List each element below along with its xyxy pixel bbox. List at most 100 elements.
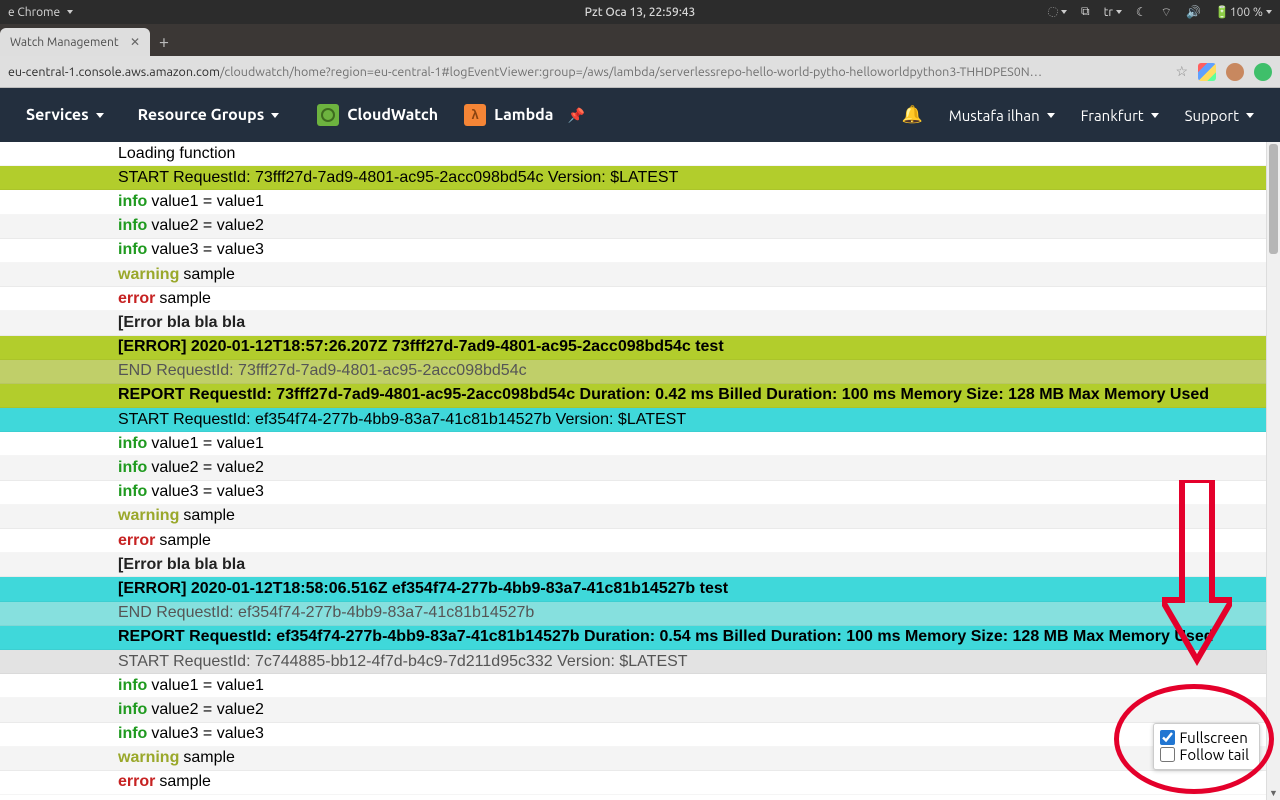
log-row[interactable]: START RequestId: ef354f74-277b-4bb9-83a7…: [0, 408, 1266, 432]
log-text: warning: [118, 749, 179, 767]
log-row[interactable]: info value1 = value1: [0, 190, 1266, 214]
log-text: warning: [118, 507, 179, 525]
log-row[interactable]: warning sample: [0, 505, 1266, 529]
log-row[interactable]: warning sample: [0, 747, 1266, 771]
log-text: REPORT RequestId: ef354f74-277b-4bb9-83a…: [118, 628, 1214, 646]
log-rows-container[interactable]: Loading function START RequestId: 73fff27…: [0, 142, 1266, 800]
bookmark-star-icon[interactable]: ☆: [1175, 63, 1188, 80]
nav-lambda[interactable]: Lambda: [464, 104, 553, 126]
log-text: value3 = value3: [151, 483, 264, 501]
bell-icon[interactable]: 🔔: [902, 105, 923, 125]
pin-icon[interactable]: 📌: [567, 107, 584, 124]
log-text: info: [118, 241, 147, 259]
log-row[interactable]: [Error bla bla bla: [0, 311, 1266, 335]
follow-tail-checkbox[interactable]: [1160, 747, 1175, 762]
log-row[interactable]: Loading function: [0, 142, 1266, 166]
log-text: value1 = value1: [151, 193, 264, 211]
log-viewer: Loading function START RequestId: 73fff27…: [0, 142, 1280, 800]
url-host: eu-central-1.console.aws.amazon.com: [8, 65, 220, 79]
log-row[interactable]: error sample: [0, 529, 1266, 553]
log-text: value1 = value1: [151, 677, 264, 695]
fullscreen-toggle[interactable]: Fullscreen: [1160, 729, 1250, 746]
log-row[interactable]: END RequestId: 73fff27d-7ad9-4801-ac95-2…: [0, 360, 1266, 384]
nav-support-menu[interactable]: Support: [1185, 107, 1254, 124]
log-text: info: [118, 725, 147, 743]
log-text: value3 = value3: [151, 241, 264, 259]
nav-region-menu[interactable]: Frankfurt: [1081, 107, 1159, 124]
log-text: START RequestId: 73fff27d-7ad9-4801-ac95…: [118, 169, 678, 187]
log-row[interactable]: [Error bla bla bla: [0, 553, 1266, 577]
log-row[interactable]: [ERROR] 2020-01-12T18:58:06.516Z ef354f7…: [0, 577, 1266, 601]
log-row[interactable]: info value3 = value3: [0, 723, 1266, 747]
browser-tab[interactable]: Watch Management ✕: [0, 28, 150, 56]
close-icon[interactable]: ✕: [130, 35, 140, 49]
log-text: [ERROR] 2020-01-12T18:57:26.207Z 73fff27…: [118, 338, 724, 356]
vertical-scrollbar[interactable]: ▲ ▼: [1266, 142, 1280, 800]
nav-label: Resource Groups: [138, 106, 265, 124]
log-row[interactable]: START RequestId: 73fff27d-7ad9-4801-ac95…: [0, 166, 1266, 190]
nav-label: Mustafa ilhan: [949, 107, 1040, 124]
url-display[interactable]: eu-central-1.console.aws.amazon.com/clou…: [8, 65, 1167, 79]
log-text: START RequestId: ef354f74-277b-4bb9-83a7…: [118, 411, 686, 429]
log-row[interactable]: info value1 = value1: [0, 432, 1266, 456]
accessibility-icon[interactable]: ◌: [1048, 6, 1067, 19]
cloudwatch-icon: [317, 104, 339, 126]
url-path: /cloudwatch/home?region=eu-central-1#log…: [220, 65, 1042, 79]
battery-icon[interactable]: 🔋 100 %: [1215, 5, 1272, 19]
nav-label: Services: [26, 106, 89, 124]
log-row[interactable]: REPORT RequestId: 73fff27d-7ad9-4801-ac9…: [0, 384, 1266, 408]
log-text: error: [118, 290, 155, 308]
new-tab-button[interactable]: +: [150, 28, 178, 56]
log-row[interactable]: warning sample: [0, 263, 1266, 287]
log-text: error: [118, 773, 155, 791]
night-icon[interactable]: ☾: [1136, 5, 1147, 19]
nav-cloudwatch[interactable]: CloudWatch: [317, 104, 438, 126]
scroll-down-icon[interactable]: ▼: [1267, 786, 1280, 800]
extension-icon[interactable]: [1254, 63, 1272, 81]
log-text: sample: [159, 532, 211, 550]
log-row[interactable]: info value2 = value2: [0, 456, 1266, 480]
log-text: [Error bla bla bla: [118, 556, 245, 574]
nav-user-menu[interactable]: Mustafa ilhan: [949, 107, 1055, 124]
os-indicators: ◌ ⧉ tr ☾ ⌔ 🔊 🔋 100 %: [1048, 5, 1272, 20]
nav-services[interactable]: Services: [26, 106, 104, 124]
nav-label: Support: [1185, 107, 1239, 124]
dropbox-icon[interactable]: ⧉: [1081, 5, 1090, 19]
lambda-icon: [464, 104, 486, 126]
nav-resource-groups[interactable]: Resource Groups: [138, 106, 280, 124]
option-label: Fullscreen: [1180, 729, 1248, 746]
log-text: info: [118, 193, 147, 211]
fullscreen-checkbox[interactable]: [1160, 730, 1175, 745]
log-row[interactable]: info value1 = value1: [0, 674, 1266, 698]
follow-tail-toggle[interactable]: Follow tail: [1160, 746, 1250, 763]
log-text: info: [118, 483, 147, 501]
log-text: sample: [183, 507, 235, 525]
log-text: Loading function: [118, 145, 235, 163]
nav-label: Frankfurt: [1081, 107, 1144, 124]
log-row[interactable]: error sample: [0, 287, 1266, 311]
log-text: [Error bla bla bla: [118, 314, 245, 332]
browser-address-bar: eu-central-1.console.aws.amazon.com/clou…: [0, 56, 1280, 88]
keyboard-layout[interactable]: tr: [1104, 6, 1122, 19]
os-app-menu[interactable]: e Chrome: [8, 6, 73, 19]
log-row[interactable]: info value3 = value3: [0, 239, 1266, 263]
caret-down-icon: [96, 113, 104, 118]
log-text: sample: [183, 266, 235, 284]
log-row[interactable]: info value2 = value2: [0, 215, 1266, 239]
log-row[interactable]: error sample: [0, 771, 1266, 795]
log-row[interactable]: START RequestId: 7c744885-bb12-4f7d-b4c9…: [0, 650, 1266, 674]
log-row[interactable]: REPORT RequestId: ef354f74-277b-4bb9-83a…: [0, 626, 1266, 650]
log-text: END RequestId: 73fff27d-7ad9-4801-ac95-2…: [118, 362, 527, 380]
scrollbar-thumb[interactable]: [1269, 144, 1278, 254]
wifi-icon[interactable]: ⌔: [1161, 5, 1172, 20]
extension-icon[interactable]: [1198, 63, 1216, 81]
log-row[interactable]: info value2 = value2: [0, 698, 1266, 722]
log-row[interactable]: END RequestId: ef354f74-277b-4bb9-83a7-4…: [0, 602, 1266, 626]
caret-down-icon: [1246, 113, 1254, 118]
log-row[interactable]: [ERROR] 2020-01-12T18:57:26.207Z 73fff27…: [0, 336, 1266, 360]
profile-avatar-icon[interactable]: [1226, 63, 1244, 81]
log-text: value3 = value3: [151, 725, 264, 743]
volume-icon[interactable]: 🔊: [1186, 5, 1201, 19]
log-text: info: [118, 435, 147, 453]
log-row[interactable]: info value3 = value3: [0, 481, 1266, 505]
